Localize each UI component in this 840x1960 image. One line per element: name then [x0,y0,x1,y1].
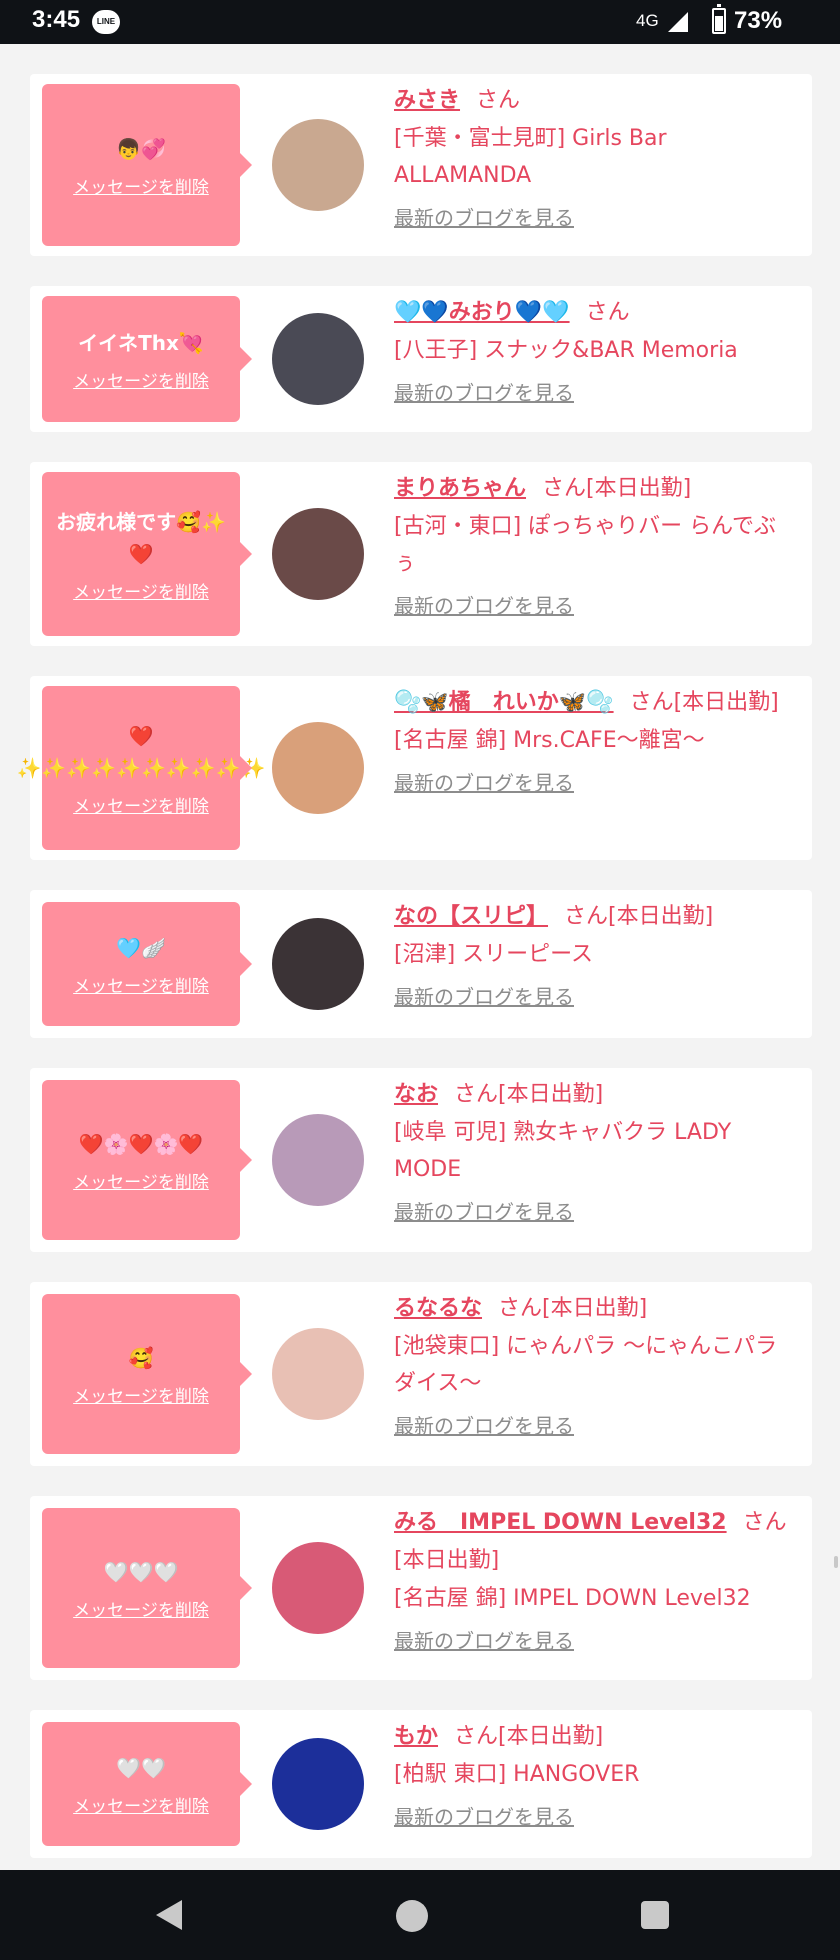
blog-link[interactable]: 最新のブログを見る [394,1196,794,1228]
message-card: 🩵🪽 メッセージを削除 なの【スリピ】 さん[本日出勤] [沼津] スリーピース … [30,890,812,1038]
signal-icon [668,12,688,32]
blog-link[interactable]: 最新のブログを見る [394,1625,794,1657]
message-card: 👦💞 メッセージを削除 みさき さん [千葉・富士見町] Girls Bar AL… [30,74,812,256]
blog-link[interactable]: 最新のブログを見る [394,767,794,799]
delete-message-link[interactable]: メッセージを削除 [73,1792,209,1817]
delete-message-link[interactable]: メッセージを削除 [73,792,209,817]
home-icon[interactable] [396,1900,428,1932]
avatar[interactable] [272,1114,364,1206]
shop-name: [柏駅 東口] HANGOVER [394,1762,640,1787]
sender-name-link[interactable]: もか [394,1724,438,1749]
message-bubble: 🥰 メッセージを削除 [42,1294,252,1454]
blog-link[interactable]: 最新のブログを見る [394,1801,794,1833]
blog-link[interactable]: 最新のブログを見る [394,1410,794,1442]
blog-link[interactable]: 最新のブログを見る [394,590,794,622]
network-type: 4G [636,11,659,30]
sender-suffix: さん[本日出勤] [629,690,779,715]
avatar[interactable] [272,508,364,600]
message-card: 🥰 メッセージを削除 るなるな さん[本日出勤] [池袋東口] にゃんパラ 〜にゃ… [30,1282,812,1466]
line-app-icon: LINE [92,10,120,34]
message-text: ❤️✨✨✨✨✨✨✨✨✨✨ [16,723,266,780]
message-card: 🤍🤍 メッセージを削除 もか さん[本日出勤] [柏駅 東口] HANGOVER … [30,1710,812,1858]
shop-name: [沼津] スリーピース [394,942,594,967]
shop-name: [千葉・富士見町] Girls Bar ALLAMANDA [394,126,667,188]
sender-name-link[interactable]: なの【スリピ】 [394,904,548,929]
sender-name-link[interactable]: みさき [394,88,460,113]
message-text: 🤍🤍🤍 [103,1559,179,1584]
avatar[interactable] [272,119,364,211]
message-bubble: ❤️✨✨✨✨✨✨✨✨✨✨ メッセージを削除 [16,686,266,850]
status-time: 3:45 [32,6,81,33]
sender-name-link[interactable]: 🫧🦋橘 れいか🦋🫧 [394,690,614,715]
message-card: ❤️🌸❤️🌸❤️ メッセージを削除 なお さん[本日出勤] [岐阜 可児] 熟女キ… [30,1068,812,1252]
message-bubble: ❤️🌸❤️🌸❤️ メッセージを削除 [42,1080,252,1240]
message-bubble: 🩵🪽 メッセージを削除 [42,902,252,1026]
sender-name-link[interactable]: みる IMPEL DOWN Level32 [394,1510,727,1535]
sender-suffix: さん[本日出勤] [498,1296,648,1321]
message-bubble: 👦💞 メッセージを削除 [42,84,252,246]
message-bubble: お疲れ様です🥰✨❤️ メッセージを削除 [42,472,252,636]
message-text: 🩵🪽 [116,935,166,960]
avatar[interactable] [272,1328,364,1420]
delete-message-link[interactable]: メッセージを削除 [73,367,209,392]
scrollbar-thumb[interactable] [834,1556,838,1568]
shop-name: [古河・東口] ぽっちゃりバー らんでぶぅ [394,514,777,576]
sender-suffix: さん[本日出勤] [564,904,714,929]
battery-percent: 73% [734,7,783,34]
delete-message-link[interactable]: メッセージを削除 [73,1596,209,1621]
delete-message-link[interactable]: メッセージを削除 [73,1382,209,1407]
shop-name: [岐阜 可児] 熟女キャバクラ LADY MODE [394,1120,732,1182]
sender-name-link[interactable]: なお [394,1082,438,1107]
sender-suffix: さん [585,300,630,325]
avatar[interactable] [272,1738,364,1830]
shop-name: [名古屋 錦] IMPEL DOWN Level32 [394,1586,751,1611]
shop-name: [八王子] スナック&BAR Memoria [394,338,738,363]
message-text: ❤️🌸❤️🌸❤️ [78,1131,204,1156]
message-card: 🤍🤍🤍 メッセージを削除 みる IMPEL DOWN Level32 さん[本日出… [30,1496,812,1680]
shop-name: [名古屋 錦] Mrs.CAFE〜離宮〜 [394,728,705,753]
message-text: お疲れ様です🥰✨❤️ [56,509,226,566]
message-text: イイネThx💘 [78,330,204,355]
sender-suffix: さん[本日出勤] [454,1724,604,1749]
delete-message-link[interactable]: メッセージを削除 [73,972,209,997]
avatar[interactable] [272,313,364,405]
message-card: ❤️✨✨✨✨✨✨✨✨✨✨ メッセージを削除 🫧🦋橘 れいか🦋🫧 さん[本日出勤] … [16,676,812,860]
navigation-bar [0,1870,840,1960]
sender-name-link[interactable]: まりあちゃん [394,476,526,501]
delete-message-link[interactable]: メッセージを削除 [73,1168,209,1193]
avatar[interactable] [272,1542,364,1634]
shop-name: [池袋東口] にゃんパラ 〜にゃんこパラダイス〜 [394,1334,778,1396]
sender-suffix: さん [476,88,521,113]
sender-suffix: さん[本日出勤] [542,476,692,501]
status-bar: 3:45 LINE 4G 73% [0,0,840,44]
blog-link[interactable]: 最新のブログを見る [394,377,794,409]
message-bubble: イイネThx💘 メッセージを削除 [42,296,252,422]
avatar[interactable] [272,722,364,814]
blog-link[interactable]: 最新のブログを見る [394,202,794,234]
delete-message-link[interactable]: メッセージを削除 [73,173,209,198]
sender-name-link[interactable]: るなるな [394,1296,482,1321]
back-icon[interactable] [156,1900,182,1930]
recent-apps-icon[interactable] [641,1901,669,1929]
message-text: 🤍🤍 [116,1755,166,1780]
delete-message-link[interactable]: メッセージを削除 [73,578,209,603]
sender-name-link[interactable]: 🩵💙みおり💙🩵 [394,300,570,325]
blog-link[interactable]: 最新のブログを見る [394,981,794,1013]
message-card: お疲れ様です🥰✨❤️ メッセージを削除 まりあちゃん さん[本日出勤] [古河・東… [30,462,812,646]
message-bubble: 🤍🤍🤍 メッセージを削除 [42,1508,252,1668]
message-text: 👦💞 [116,136,166,161]
message-bubble: 🤍🤍 メッセージを削除 [42,1722,252,1846]
message-card: イイネThx💘 メッセージを削除 🩵💙みおり💙🩵 さん [八王子] スナック&BA… [30,286,812,432]
sender-suffix: さん[本日出勤] [454,1082,604,1107]
message-text: 🥰 [128,1345,154,1370]
avatar[interactable] [272,918,364,1010]
battery-icon [712,4,726,34]
